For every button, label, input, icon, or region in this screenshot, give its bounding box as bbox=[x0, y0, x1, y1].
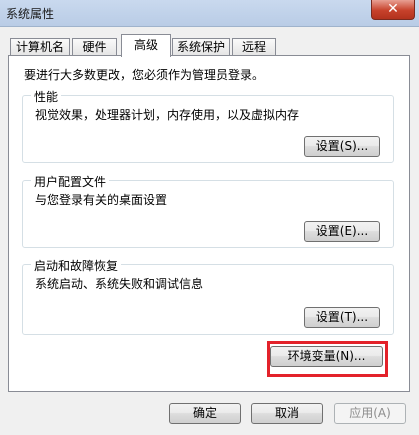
performance-settings-button[interactable]: 设置(S)... bbox=[304, 136, 380, 157]
startup-recovery-description: 系统启动、系统失败和调试信息 bbox=[35, 277, 204, 291]
startup-recovery-settings-button[interactable]: 设置(T)... bbox=[304, 307, 380, 328]
tab-remote[interactable]: 远程 bbox=[232, 38, 276, 56]
tab-hardware[interactable]: 硬件 bbox=[72, 38, 117, 56]
cancel-button[interactable]: 取消 bbox=[251, 403, 323, 424]
tab-advanced[interactable]: 高级 bbox=[121, 34, 171, 57]
user-profiles-title: 用户配置文件 bbox=[31, 173, 110, 190]
tab-computer-name[interactable]: 计算机名 bbox=[10, 38, 70, 56]
tab-system-protection[interactable]: 系统保护 bbox=[172, 38, 230, 56]
window-title: 系统属性 bbox=[6, 7, 55, 21]
user-profiles-settings-button[interactable]: 设置(E)... bbox=[304, 221, 380, 242]
close-button[interactable]: ✕ bbox=[371, 0, 415, 20]
performance-description: 视觉效果，处理器计划，内存使用，以及虚拟内存 bbox=[35, 108, 300, 122]
highlight-box bbox=[267, 341, 388, 377]
performance-title: 性能 bbox=[31, 88, 62, 105]
apply-button[interactable]: 应用(A) bbox=[334, 403, 406, 424]
ok-button[interactable]: 确定 bbox=[169, 403, 241, 424]
close-icon: ✕ bbox=[387, 1, 399, 17]
title-bar: 系统属性 ✕ bbox=[0, 0, 419, 27]
admin-notice: 要进行大多数更改，您必须作为管理员登录。 bbox=[24, 68, 265, 82]
user-profiles-description: 与您登录有关的桌面设置 bbox=[35, 193, 168, 207]
startup-recovery-title: 启动和故障恢复 bbox=[31, 257, 122, 274]
tab-bar: 计算机名 硬件 高级 系统保护 远程 bbox=[8, 34, 410, 57]
